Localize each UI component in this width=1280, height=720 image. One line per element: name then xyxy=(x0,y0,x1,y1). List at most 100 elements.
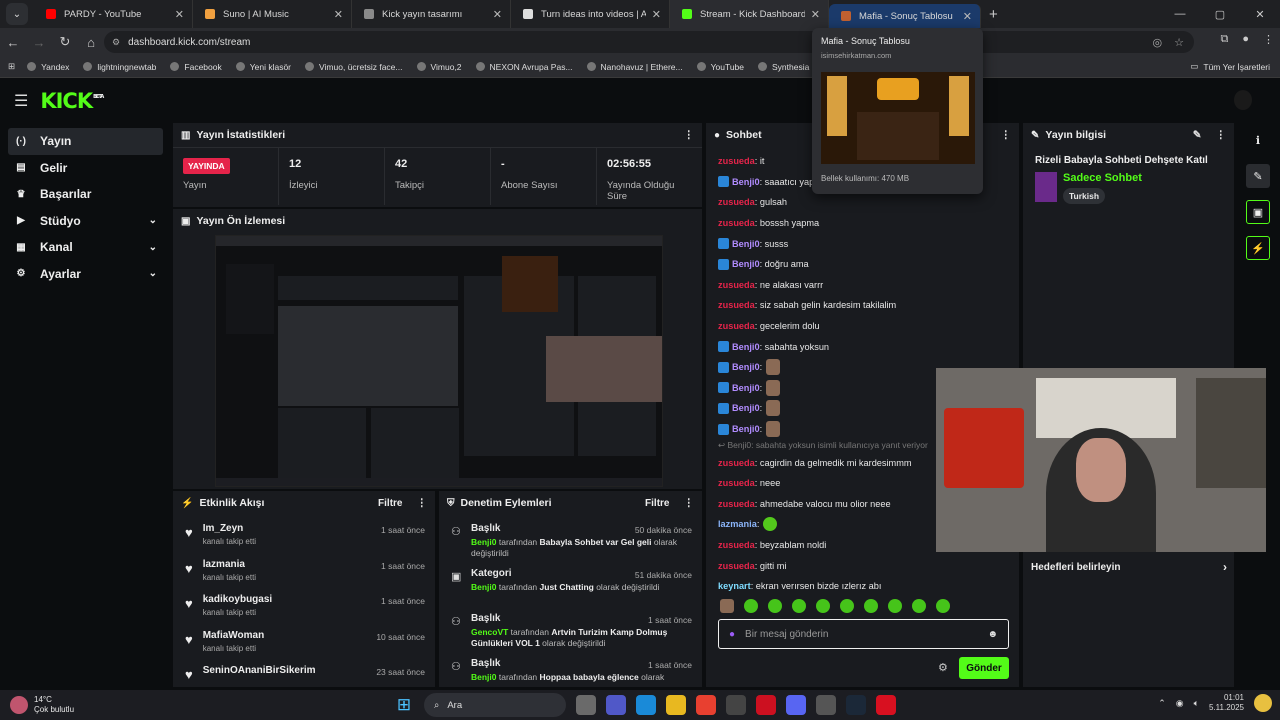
edit-icon[interactable]: ✎ xyxy=(1193,129,1202,141)
chat-username[interactable]: Benji0 xyxy=(732,177,760,187)
chat-username[interactable]: Benji0 xyxy=(732,342,760,352)
more-options-icon[interactable]: ⋮ xyxy=(1001,129,1012,141)
layout-icon[interactable]: ▣ xyxy=(1246,200,1270,224)
new-tab-button[interactable]: + xyxy=(989,6,998,23)
clock[interactable]: 01:01 5.11.2025 xyxy=(1209,693,1244,714)
bookmark-item[interactable]: Vimuo, ücretsiz face... xyxy=(305,62,403,72)
browser-tab[interactable]: PARDY - YouTube ✕ xyxy=(34,0,193,28)
discord-icon[interactable] xyxy=(786,695,806,715)
more-options-icon[interactable]: ⋮ xyxy=(684,129,695,141)
browser-tab[interactable]: Mafia - Sonuç Tablosu ✕ xyxy=(829,4,981,28)
send-button[interactable]: Gönder xyxy=(959,657,1009,679)
chevron-down-icon[interactable]: ⌄ xyxy=(149,242,157,253)
moderation-user[interactable]: Benji0 xyxy=(471,537,497,547)
chat-username[interactable]: zusueda xyxy=(718,300,755,310)
chat-username[interactable]: zusueda xyxy=(718,218,755,228)
emote-icon[interactable] xyxy=(936,599,950,613)
chat-username[interactable]: zusueda xyxy=(718,280,755,290)
profile-icon[interactable]: ● xyxy=(1242,33,1249,46)
bookmark-item[interactable]: Yandex xyxy=(27,62,69,72)
star-icon[interactable]: ☆ xyxy=(1174,36,1184,49)
bookmark-item[interactable]: YouTube xyxy=(696,62,744,72)
info-icon[interactable]: ℹ xyxy=(1246,128,1270,152)
extensions-icon[interactable]: ⧉ xyxy=(1220,33,1228,46)
chat-username[interactable]: Benji0 xyxy=(732,403,760,413)
edge-icon[interactable] xyxy=(636,695,656,715)
emote-icon[interactable] xyxy=(744,599,758,613)
emote-icon[interactable] xyxy=(720,599,734,613)
browser-tab[interactable]: Kick yayın tasarımı ✕ xyxy=(352,0,511,28)
emote-icon[interactable] xyxy=(888,599,902,613)
tab-close-icon[interactable]: ✕ xyxy=(652,8,661,21)
user-avatar[interactable] xyxy=(1234,90,1252,110)
chat-username[interactable]: zusueda xyxy=(718,197,755,207)
forward-button[interactable]: → xyxy=(26,35,52,50)
moderation-user[interactable]: Benji0 xyxy=(471,582,497,592)
emote-icon[interactable] xyxy=(792,599,806,613)
moderation-user[interactable]: Benji0 xyxy=(471,672,497,682)
chat-username[interactable]: Benji0 xyxy=(732,259,760,269)
emote-icon[interactable] xyxy=(816,599,830,613)
emote-icon[interactable] xyxy=(768,599,782,613)
chat-input[interactable]: ● Bir mesaj gönderin ☻ xyxy=(718,619,1009,649)
chevron-down-icon[interactable]: ⌄ xyxy=(149,268,157,279)
category-name[interactable]: Sadece Sohbet xyxy=(1063,172,1142,184)
browser-tab[interactable]: Suno | AI Music ✕ xyxy=(193,0,352,28)
tab-close-icon[interactable]: ✕ xyxy=(811,8,820,21)
apps-icon[interactable]: ⊞ xyxy=(8,61,15,72)
volume-icon[interactable]: 🔈︎ xyxy=(1194,698,1199,709)
feed-username[interactable]: SeninOAnaniBirSikerim xyxy=(203,665,316,676)
feed-username[interactable]: lazmania xyxy=(203,559,256,570)
filter-button[interactable]: Filtre xyxy=(378,498,402,509)
eye-off-icon[interactable]: ◎ xyxy=(1153,36,1163,49)
store-icon[interactable] xyxy=(726,695,746,715)
sidebar-item-ayarlar[interactable]: ⚙ Ayarlar ⌄ xyxy=(8,261,163,288)
chat-username[interactable]: zusueda xyxy=(718,499,755,509)
chat-username[interactable]: Benji0 xyxy=(732,424,760,434)
bookmark-item[interactable]: lightningnewtab xyxy=(83,62,156,72)
tab-close-icon[interactable]: ✕ xyxy=(963,10,972,23)
more-options-icon[interactable]: ⋮ xyxy=(1216,129,1227,141)
browser-menu-icon[interactable]: ⋮ xyxy=(1263,33,1274,46)
start-button[interactable]: ⊞ xyxy=(394,695,414,715)
weather-widget[interactable]: 14°C Çok bulutlu xyxy=(10,695,74,714)
browser-tab[interactable]: Stream - Kick Dashboard ✕ xyxy=(670,0,829,28)
feed-username[interactable]: Im_Zeyn xyxy=(203,523,256,534)
url-bar[interactable]: ⚙ dashboard.kick.com/stream ◎ ☆ xyxy=(104,31,1194,53)
bookmark-item[interactable]: Yeni klasör xyxy=(235,62,291,72)
sidebar-item-yayın[interactable]: (·) Yayın xyxy=(8,128,163,155)
chat-username[interactable]: keynart xyxy=(718,581,751,591)
moderation-user[interactable]: GencoVT xyxy=(471,627,508,637)
feed-username[interactable]: kadikoybugasi xyxy=(203,594,272,605)
tab-close-icon[interactable]: ✕ xyxy=(175,8,184,21)
close-window-button[interactable]: ✕ xyxy=(1240,8,1280,21)
tray-chevron-icon[interactable]: ⌃ xyxy=(1158,698,1166,709)
chat-username[interactable]: zusueda xyxy=(718,561,755,571)
teams-icon[interactable] xyxy=(606,695,626,715)
notification-icon[interactable] xyxy=(1254,694,1272,713)
hamburger-menu-icon[interactable]: ☰ xyxy=(14,91,28,111)
all-bookmarks[interactable]: ▭ Tüm Yer İşaretleri xyxy=(1190,61,1270,72)
chat-username[interactable]: zusueda xyxy=(718,321,755,331)
network-icon[interactable]: ◉ xyxy=(1176,698,1184,709)
site-info-icon[interactable]: ⚙ xyxy=(112,37,120,48)
lightning-icon[interactable]: ⚡ xyxy=(1246,236,1270,260)
sidebar-item-gelir[interactable]: ▤ Gelir xyxy=(8,155,163,182)
stream-preview-video[interactable] xyxy=(215,235,663,487)
chat-username[interactable]: lazmania xyxy=(718,519,757,529)
sidebar-item-başarılar[interactable]: ♛ Başarılar xyxy=(8,181,163,208)
pencil-icon[interactable]: ✎ xyxy=(1246,164,1270,188)
emote-icon[interactable] xyxy=(840,599,854,613)
taskbar-search[interactable]: ⌕ Ara xyxy=(424,693,566,717)
more-options-icon[interactable]: ⋮ xyxy=(417,497,428,509)
chat-username[interactable]: zusueda xyxy=(718,156,755,166)
chat-username[interactable]: Benji0 xyxy=(732,362,760,372)
app-icon[interactable] xyxy=(876,695,896,715)
back-button[interactable]: ← xyxy=(0,35,26,50)
emoji-icon[interactable]: ☻ xyxy=(987,629,998,640)
category-thumbnail[interactable] xyxy=(1035,172,1057,202)
emote-icon[interactable] xyxy=(864,599,878,613)
chat-username[interactable]: Benji0 xyxy=(732,239,760,249)
tab-search-button[interactable]: ⌄ xyxy=(6,3,28,25)
maximize-button[interactable]: ▢ xyxy=(1200,8,1240,21)
